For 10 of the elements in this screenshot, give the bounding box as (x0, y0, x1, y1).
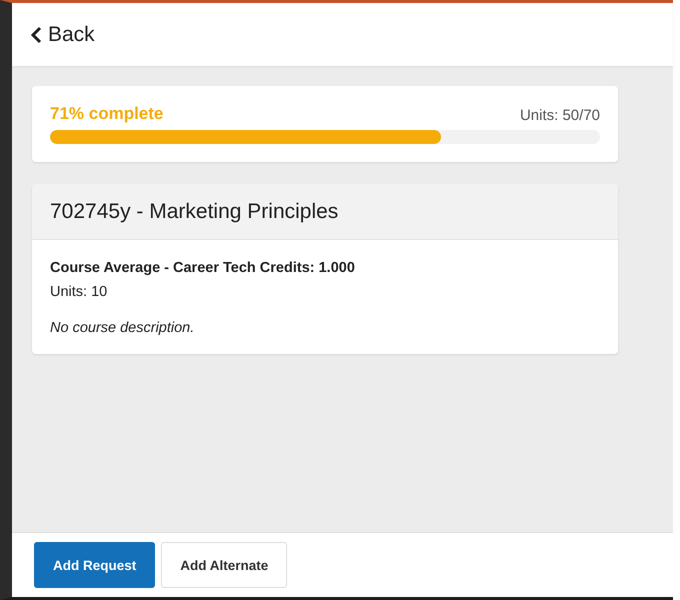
add-alternate-button[interactable]: Add Alternate (161, 542, 288, 588)
back-link[interactable]: Back (30, 22, 95, 46)
add-request-button[interactable]: Add Request (34, 542, 156, 588)
course-units: Units: 10 (50, 284, 108, 300)
back-chevron-icon (30, 26, 42, 44)
course-credits: Course Average - Career Tech Credits: 1.000 (50, 260, 356, 276)
course-description: No course description. (50, 320, 196, 336)
course-title: 702745y - Marketing Principles (32, 184, 618, 240)
units-label: Units: 50/70 (520, 107, 600, 124)
progress-label: 71% complete (50, 104, 164, 124)
